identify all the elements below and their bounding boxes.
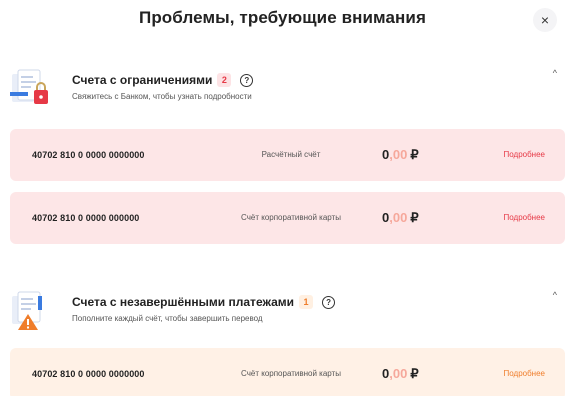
documents-lock-icon [10,69,48,104]
account-balance: 0,00 ₽ [382,210,419,225]
help-icon[interactable]: ? [240,73,254,87]
account-number: 40702 810 0 0000 0000000 [32,150,145,160]
section-subtitle: Пополните каждый счёт, чтобы завершить п… [72,314,263,323]
section-title: Счета с незавершёнными платежами 1 ? [72,295,336,309]
section-title-text: Счета с ограничениями [72,73,213,87]
collapse-icon[interactable]: ^ [553,68,557,78]
account-type: Счёт корпоративной карты [241,213,341,222]
documents-warning-icon [12,291,42,330]
collapse-icon[interactable]: ^ [553,290,557,300]
details-link[interactable]: Подробнее [504,348,546,396]
count-badge: 2 [217,73,232,87]
account-row[interactable]: 40702 810 0 0000 0000000 Счёт корпоратив… [10,348,565,396]
account-row[interactable]: 40702 810 0 0000 0000000 Расчётный счёт … [10,129,565,181]
account-balance: 0,00 ₽ [382,147,419,162]
section-title-text: Счета с незавершёнными платежами [72,295,295,309]
account-type: Расчётный счёт [261,150,321,159]
page-title: Проблемы, требующие внимания [139,8,426,27]
account-type: Счёт корпоративной карты [241,369,341,378]
account-number: 40702 810 0 0000 0000000 [32,369,145,379]
section-restricted-accounts: Счета с ограничениями 2 ? Свяжитесь с Ба… [0,68,565,118]
details-link[interactable]: Подробнее [504,129,546,181]
account-balance: 0,00 ₽ [382,366,419,381]
account-number: 40702 810 0 0000 000000 [32,213,140,223]
account-row[interactable]: 40702 810 0 0000 000000 Счёт корпоративн… [10,192,565,244]
section-subtitle: Свяжитесь с Банком, чтобы узнать подробн… [72,92,252,101]
close-icon: × [540,12,550,28]
help-icon[interactable]: ? [322,295,336,309]
close-button[interactable]: × [533,8,557,32]
details-link[interactable]: Подробнее [504,192,546,244]
count-badge: 1 [299,295,314,309]
section-pending-payments: Счета с незавершёнными платежами 1 ? Поп… [0,290,565,340]
section-title: Счета с ограничениями 2 ? [72,73,254,87]
